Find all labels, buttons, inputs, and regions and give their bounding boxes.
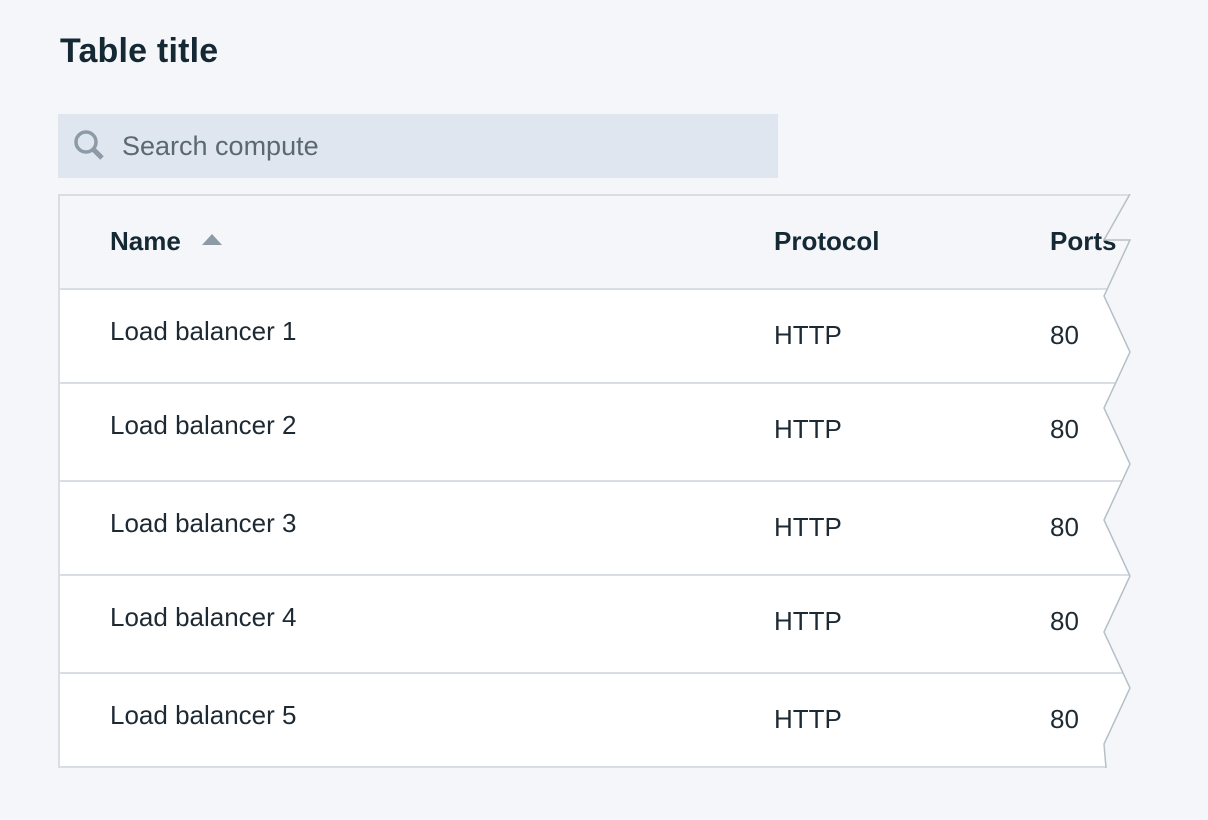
table-row[interactable]: Load balancer 3 HTTP 80 bbox=[58, 482, 1130, 576]
cell-name: Load balancer 3 bbox=[110, 508, 297, 538]
cell-ports: 80 bbox=[1050, 704, 1079, 734]
column-header-protocol[interactable]: Protocol bbox=[774, 226, 879, 257]
cell-ports: 80 bbox=[1050, 606, 1079, 636]
cell-name: Load balancer 5 bbox=[110, 700, 297, 730]
column-header-ports[interactable]: Ports bbox=[1050, 226, 1116, 257]
table-body: Name Protocol Ports Load balancer 1 HTTP… bbox=[58, 194, 1130, 768]
cell-protocol: HTTP bbox=[774, 704, 842, 734]
table-row[interactable]: Load balancer 1 HTTP 80 bbox=[58, 290, 1130, 384]
search-input[interactable] bbox=[122, 130, 742, 162]
search-bar[interactable] bbox=[58, 114, 778, 178]
cell-ports: 80 bbox=[1050, 320, 1079, 350]
table-row[interactable]: Load balancer 2 HTTP 80 bbox=[58, 384, 1130, 482]
sort-ascending-icon[interactable] bbox=[202, 234, 222, 245]
column-header-name[interactable]: Name bbox=[110, 226, 181, 257]
cell-protocol: HTTP bbox=[774, 414, 842, 444]
table-row[interactable]: Load balancer 4 HTTP 80 bbox=[58, 576, 1130, 674]
page: Table title Name Protocol Ports Load bal… bbox=[0, 0, 1208, 820]
search-icon bbox=[72, 128, 108, 164]
cell-protocol: HTTP bbox=[774, 320, 842, 350]
cell-name: Load balancer 2 bbox=[110, 410, 297, 440]
page-title: Table title bbox=[60, 32, 219, 70]
cell-protocol: HTTP bbox=[774, 606, 842, 636]
cell-name: Load balancer 4 bbox=[110, 602, 297, 632]
data-table: Name Protocol Ports Load balancer 1 HTTP… bbox=[58, 194, 1132, 768]
cell-protocol: HTTP bbox=[774, 512, 842, 542]
cell-ports: 80 bbox=[1050, 512, 1079, 542]
cell-name: Load balancer 1 bbox=[110, 316, 297, 346]
table-header-row: Name Protocol Ports bbox=[58, 194, 1130, 290]
cell-ports: 80 bbox=[1050, 414, 1079, 444]
table-row[interactable]: Load balancer 5 HTTP 80 bbox=[58, 674, 1130, 768]
